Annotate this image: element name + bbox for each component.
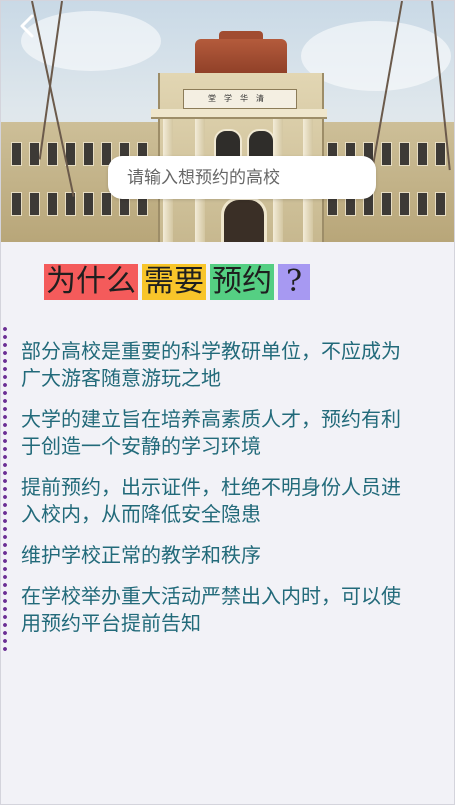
app-screen: 堂学华清 为什么 需要 预约 ? 部分高校是重要的科学教研单位，不应成为广大游客… (0, 0, 455, 805)
title-tag-need: 需要 (142, 264, 206, 300)
dotted-rule (3, 325, 7, 653)
reason-item: 大学的建立旨在培养高素质人才，预约有利于创造一个安静的学习环境 (21, 407, 401, 458)
building-signboard: 堂学华清 (183, 89, 297, 109)
sky-cloud (21, 11, 161, 71)
why-reserve-title: 为什么 需要 预约 ? (44, 264, 310, 300)
reason-list: 部分高校是重要的科学教研单位，不应成为广大游客随意游玩之地 大学的建立旨在培养高… (21, 338, 401, 651)
building-cornice (151, 109, 327, 119)
reason-item: 提前预约，出示证件，杜绝不明身份人员进入校内，从而降低安全隐患 (21, 475, 401, 526)
school-search-input[interactable] (108, 156, 376, 199)
reason-item: 在学校举办重大活动严禁出入内时，可以使用预约平台提前告知 (21, 584, 401, 635)
campus-hero-image: 堂学华清 (1, 1, 454, 242)
reason-item: 部分高校是重要的科学教研单位，不应成为广大游客随意游玩之地 (21, 339, 401, 390)
building-roof (195, 39, 287, 75)
chevron-left-icon[interactable] (15, 13, 41, 39)
title-tag-why: 为什么 (44, 264, 138, 300)
reason-item: 维护学校正常的教学和秩序 (21, 543, 261, 567)
building-door (221, 197, 267, 242)
title-tag-question: ? (278, 264, 310, 300)
school-search-bar[interactable] (108, 156, 376, 199)
title-tag-reserve: 预约 (210, 264, 274, 300)
